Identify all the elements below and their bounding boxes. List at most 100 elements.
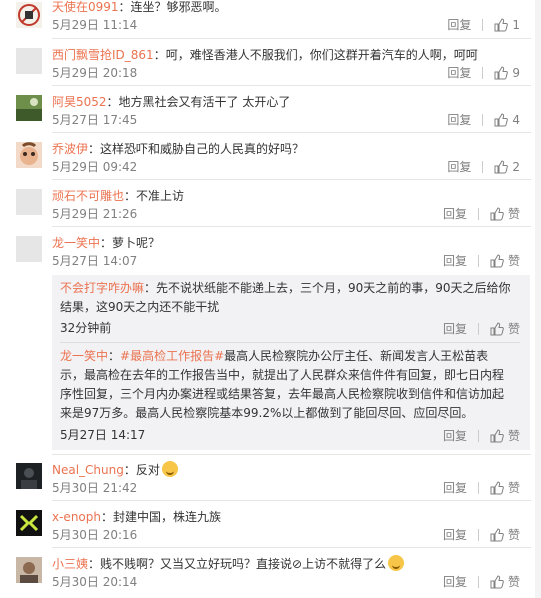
like-button[interactable]: 9 — [494, 65, 520, 81]
list-item: 西门飘雪抢ID_861：呵，难怪香港人不服我们，你们这群开着汽车的人啊，呵呵 5… — [0, 44, 530, 91]
comment-text: ：封建中国，株连九族 — [100, 510, 221, 524]
separator — [477, 529, 479, 541]
reply-button[interactable]: 回复 — [443, 527, 467, 543]
thumbs-up-icon — [494, 18, 509, 32]
username-link[interactable]: 乔波伊 — [52, 142, 88, 156]
avatar[interactable] — [16, 48, 42, 74]
reply-text-prefix: ： — [108, 349, 121, 363]
like-count: 赞 — [507, 528, 520, 542]
reply-item: 不会打字咋办嘛：先不说状纸能不能递上去，三个月，90天之前的事，90天之后给你结… — [60, 279, 512, 317]
thumbs-up-icon — [494, 160, 509, 174]
avatar[interactable] — [16, 95, 42, 121]
divider — [52, 226, 531, 227]
username-link[interactable]: 西门飘雪抢ID_861 — [52, 48, 154, 62]
like-count: 4 — [512, 113, 520, 127]
username-link[interactable]: 阿昊5052 — [52, 95, 107, 109]
reply-username-link[interactable]: 不会打字咋办嘛 — [60, 281, 144, 295]
reply-button[interactable]: 回复 — [443, 321, 467, 337]
cartoon-icon — [16, 142, 42, 168]
reply-button[interactable]: 回复 — [443, 480, 467, 496]
like-button[interactable]: 4 — [494, 112, 520, 128]
reply-button[interactable]: 回复 — [443, 574, 467, 590]
username-link[interactable]: 小三姨 — [52, 557, 88, 571]
list-item: x-enoph：封建中国，株连九族 5月30日 20:16 回复 赞 — [0, 506, 530, 553]
like-count: 1 — [512, 18, 520, 32]
like-button[interactable]: 赞 — [490, 527, 520, 543]
x-logo-icon — [16, 510, 42, 536]
timestamp: 5月27日 17:45 — [52, 113, 138, 127]
separator — [477, 208, 479, 220]
avatar[interactable] — [16, 142, 42, 168]
like-button[interactable]: 赞 — [490, 428, 520, 444]
avatar[interactable] — [16, 189, 42, 215]
topic-link[interactable]: #最高检工作报告# — [120, 349, 224, 363]
like-count: 赞 — [507, 575, 520, 589]
thumbs-up-icon — [494, 66, 509, 80]
like-button[interactable]: 赞 — [490, 321, 520, 337]
timestamp: 5月27日 14:07 — [52, 254, 138, 268]
photo-icon — [16, 95, 42, 121]
reply-thread: 不会打字咋办嘛：先不说状纸能不能递上去，三个月，90天之前的事，90天之后给你结… — [52, 275, 530, 450]
thumbs-up-icon — [490, 207, 504, 221]
divider — [52, 85, 531, 86]
avatar[interactable] — [16, 2, 42, 28]
like-count: 赞 — [507, 254, 520, 268]
like-button[interactable]: 赞 — [490, 206, 520, 222]
separator — [477, 576, 479, 588]
reply-button[interactable]: 回复 — [443, 206, 467, 222]
comment-text: ：连坐？够邪恶啊。 — [118, 0, 227, 14]
reply-button[interactable]: 回复 — [447, 65, 471, 81]
like-button[interactable]: 1 — [494, 17, 520, 33]
reply-username-link[interactable]: 龙一笑中 — [60, 349, 108, 363]
like-button[interactable]: 2 — [494, 159, 520, 175]
avatar[interactable] — [16, 510, 42, 536]
reply-button[interactable]: 回复 — [447, 17, 471, 33]
divider — [52, 454, 531, 455]
username-link[interactable]: 顽石不可雕也 — [52, 189, 124, 203]
separator — [477, 482, 479, 494]
timestamp: 5月29日 11:14 — [52, 18, 138, 32]
reply-button[interactable]: 回复 — [447, 159, 471, 175]
username-link[interactable]: x-enoph — [52, 510, 101, 524]
divider — [60, 342, 520, 343]
like-button[interactable]: 赞 — [490, 253, 520, 269]
no-entry-icon — [16, 2, 42, 28]
username-link[interactable]: 天使在0991 — [52, 0, 119, 14]
thumbs-up-icon — [490, 528, 504, 542]
photo-icon — [16, 557, 42, 583]
comment-text: ：贱不贱啊？又当又立好玩吗？直接说⊘上访不就得了么 — [88, 557, 387, 571]
separator — [482, 114, 484, 126]
emoji-icon — [161, 461, 178, 477]
thumbs-up-icon — [490, 481, 504, 495]
list-item: 乔波伊：这样恐吓和威胁自己的人民真的好吗？ 5月29日 09:42 回复 2 — [0, 138, 530, 185]
list-item: Neal_Chung：反对 5月30日 21:42 回复 赞 — [0, 459, 530, 506]
comment-text: ：这样恐吓和威胁自己的人民真的好吗？ — [88, 142, 305, 156]
thumbs-up-icon — [490, 575, 504, 589]
scrollbar[interactable] — [535, 0, 541, 598]
username-link[interactable]: Neal_Chung — [52, 463, 124, 477]
thumbs-up-icon — [490, 254, 504, 268]
list-item: 小三姨：贱不贱啊？又当又立好玩吗？直接说⊘上访不就得了么 5月30日 20:14… — [0, 553, 530, 598]
thumbs-up-icon — [490, 322, 504, 336]
timestamp: 5月29日 20:18 — [52, 66, 138, 80]
divider — [52, 38, 531, 39]
avatar[interactable] — [16, 557, 42, 583]
separator — [477, 323, 479, 335]
comment-text: ：不准上访 — [124, 189, 185, 203]
reply-item: 龙一笑中：#最高检工作报告#最高人民检察院办公厅主任、新闻发言人王松苗表示，最高… — [60, 347, 512, 423]
separator — [482, 19, 484, 31]
like-button[interactable]: 赞 — [490, 574, 520, 590]
separator — [482, 161, 484, 173]
avatar[interactable] — [16, 236, 42, 262]
comment-text: ：地方黑社会又有活干了 太开心了 — [106, 95, 291, 109]
username-link[interactable]: 龙一笑中 — [52, 236, 100, 250]
reply-button[interactable]: 回复 — [443, 253, 467, 269]
like-label: 赞 — [507, 322, 520, 336]
reply-button[interactable]: 回复 — [443, 428, 467, 444]
comment-text: ：萝卜呢？ — [100, 236, 161, 250]
reply-button[interactable]: 回复 — [447, 112, 471, 128]
list-item: 阿昊5052：地方黑社会又有活干了 太开心了 5月27日 17:45 回复 4 — [0, 91, 530, 138]
like-button[interactable]: 赞 — [490, 480, 520, 496]
separator — [477, 255, 479, 267]
avatar[interactable] — [16, 463, 42, 489]
